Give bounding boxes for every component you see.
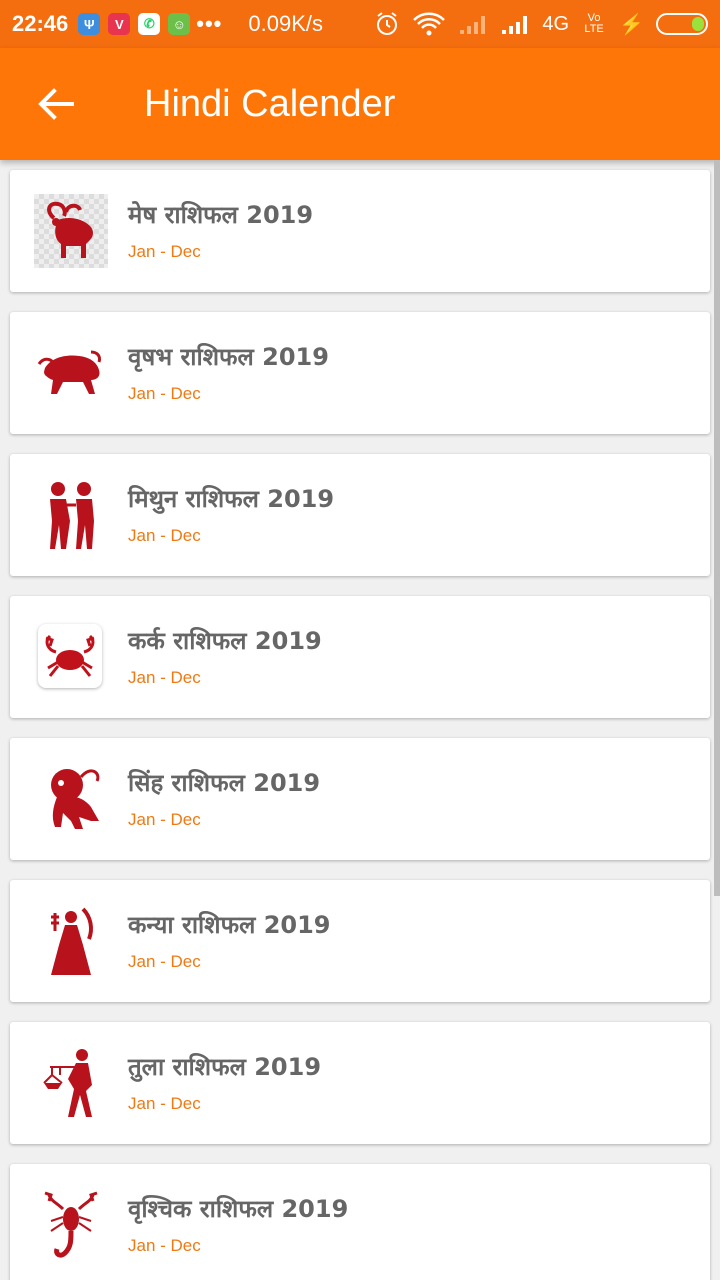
more-notifications-icon: ••• [196, 11, 223, 36]
item-title: मेष राशिफल 2019 [128, 201, 314, 229]
list-item-singh[interactable]: सिंह राशिफल 2019 Jan - Dec [10, 738, 710, 860]
list-item-vrishabh[interactable]: वृषभ राशिफल 2019 Jan - Dec [10, 312, 710, 434]
signal-empty-icon [460, 16, 486, 34]
list-item-vrishchik[interactable]: वृश्चिक राशिफल 2019 Jan - Dec [10, 1164, 710, 1280]
signal-icon [502, 16, 528, 34]
trident-app-icon: Ψ [78, 13, 101, 35]
android-app-icon: ☺ [168, 13, 191, 35]
item-title: वृषभ राशिफल 2019 [128, 343, 329, 371]
status-bar: 22:46 Ψ V ✆ ☺ ••• 0.09K/s 4G Vo LTE ⚡ [0, 0, 720, 48]
list-item-kark[interactable]: कर्क राशिफल 2019 Jan - Dec [10, 596, 710, 718]
network-speed: 0.09K/s [248, 11, 323, 36]
battery-icon [656, 13, 708, 35]
leo-lion-icon [34, 762, 108, 836]
back-button[interactable] [24, 72, 88, 136]
scrollbar[interactable] [714, 160, 720, 896]
notification-icons: Ψ V ✆ ☺ [78, 13, 191, 35]
page-title: Hindi Calender [144, 82, 396, 125]
item-subtitle: Jan - Dec [128, 384, 201, 403]
arrow-back-icon [38, 88, 74, 120]
list-item-mesh[interactable]: मेष राशिफल 2019 Jan - Dec [10, 170, 710, 292]
vivaldi-app-icon: V [108, 13, 131, 35]
cancer-crab-icon [38, 624, 102, 688]
item-title: वृश्चिक राशिफल 2019 [128, 1195, 349, 1223]
item-subtitle: Jan - Dec [128, 526, 201, 545]
item-subtitle: Jan - Dec [128, 242, 201, 261]
charging-icon: ⚡ [619, 13, 644, 36]
aries-ram-icon [34, 194, 108, 268]
wifi-icon [413, 12, 446, 36]
item-subtitle: Jan - Dec [128, 668, 201, 687]
status-time: 22:46 [12, 11, 69, 36]
item-title: सिंह राशिफल 2019 [128, 769, 321, 797]
alarm-icon [377, 12, 398, 35]
scorpio-scorpion-icon [34, 1188, 108, 1262]
item-title: कन्या राशिफल 2019 [128, 911, 331, 939]
list-item-mithun[interactable]: मिथुन राशिफल 2019 Jan - Dec [10, 454, 710, 576]
item-title: तुला राशिफल 2019 [128, 1053, 322, 1081]
rashifal-list: मेष राशिफल 2019 Jan - Dec वृषभ राशिफल 20… [0, 160, 720, 1280]
item-title: कर्क राशिफल 2019 [128, 627, 322, 655]
item-title: मिथुन राशिफल 2019 [128, 485, 335, 513]
libra-scales-icon [34, 1046, 108, 1120]
item-subtitle: Jan - Dec [128, 952, 201, 971]
volte-badge: Vo LTE [584, 12, 604, 35]
gemini-twins-icon [34, 478, 108, 552]
item-subtitle: Jan - Dec [128, 1236, 201, 1255]
list-item-tula[interactable]: तुला राशिफल 2019 Jan - Dec [10, 1022, 710, 1144]
network-type: 4G [542, 12, 570, 35]
status-right: 4G Vo LTE ⚡ [374, 11, 708, 37]
virgo-maiden-icon [34, 904, 108, 978]
item-subtitle: Jan - Dec [128, 1094, 201, 1113]
taurus-bull-icon [34, 336, 108, 410]
item-subtitle: Jan - Dec [128, 810, 201, 829]
list-item-kanya[interactable]: कन्या राशिफल 2019 Jan - Dec [10, 880, 710, 1002]
app-bar: Hindi Calender [0, 48, 720, 160]
whatsapp-icon: ✆ [138, 13, 161, 35]
